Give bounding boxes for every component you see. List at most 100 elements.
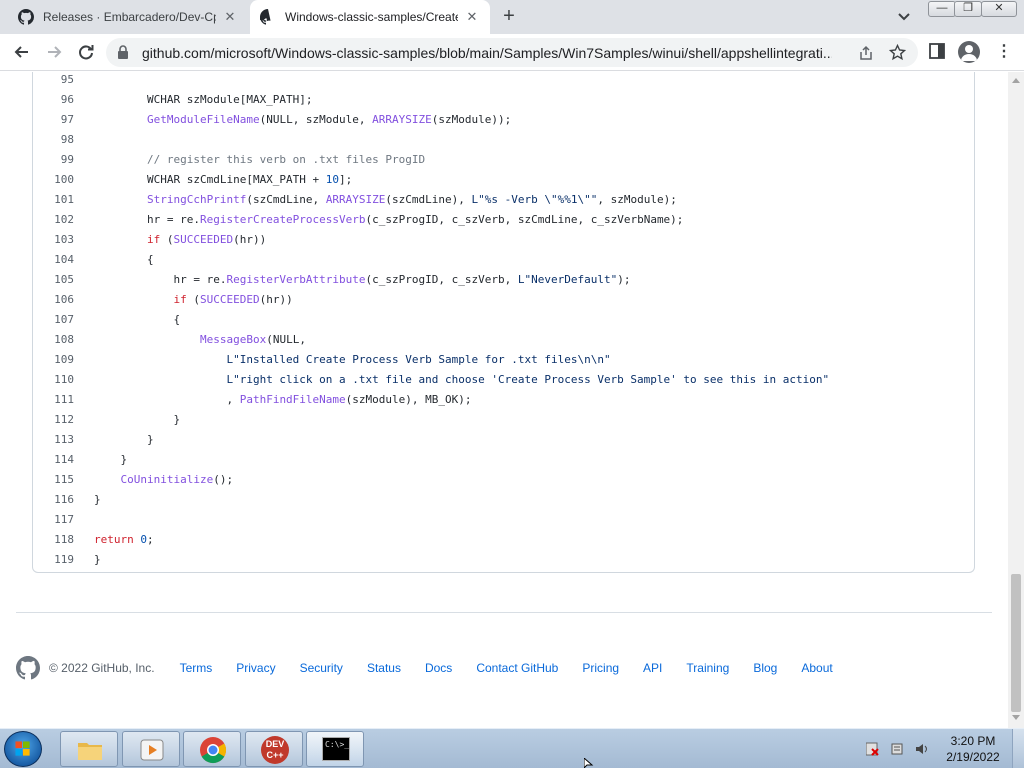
taskbar-dev-cpp[interactable]: DEV C++ xyxy=(245,731,303,767)
footer-link-docs[interactable]: Docs xyxy=(425,661,452,675)
code-text: if (SUCCEEDED(hr)) xyxy=(146,233,267,246)
code-line: 102 hr = re.RegisterCreateProcessVerb(c_… xyxy=(33,210,973,230)
code-text: CoUninitialize(); xyxy=(120,473,234,486)
footer-link-training[interactable]: Training xyxy=(686,661,729,675)
start-button[interactable] xyxy=(4,731,42,767)
code-text: } xyxy=(94,433,154,446)
line-number[interactable]: 115 xyxy=(33,470,74,490)
line-number[interactable]: 103 xyxy=(33,230,74,250)
code-text: MessageBox(NULL, xyxy=(199,333,306,346)
code-line: 101 StringCchPrintf(szCmdLine, ARRAYSIZE… xyxy=(33,190,973,210)
window-minimize-button[interactable]: — xyxy=(928,1,956,17)
profile-avatar-icon[interactable] xyxy=(958,41,980,63)
line-number[interactable]: 106 xyxy=(33,290,74,310)
tab-strip: Releases · Embarcadero/Dev-Cpp ✕ Windows… xyxy=(0,0,1024,34)
line-number[interactable]: 110 xyxy=(33,370,74,390)
line-number[interactable]: 109 xyxy=(33,350,74,370)
line-number[interactable]: 111 xyxy=(33,390,74,410)
line-number[interactable]: 116 xyxy=(33,490,74,510)
footer-link-blog[interactable]: Blog xyxy=(753,661,777,675)
line-number[interactable]: 113 xyxy=(33,430,74,450)
footer-link-about[interactable]: About xyxy=(801,661,832,675)
bookmark-star-icon[interactable] xyxy=(889,44,906,61)
chrome-icon xyxy=(200,737,227,764)
forward-arrow-icon[interactable] xyxy=(44,42,64,62)
address-bar[interactable]: github.com/microsoft/Windows-classic-sam… xyxy=(106,38,918,67)
browser-menu-icon[interactable]: ⋮ xyxy=(996,42,1012,62)
close-tab-icon[interactable]: ✕ xyxy=(222,9,238,25)
code-line: 107 { xyxy=(33,310,973,330)
line-number[interactable]: 101 xyxy=(33,190,74,210)
scrollbar-thumb[interactable] xyxy=(1011,574,1021,712)
code-text: WCHAR szModule[MAX_PATH]; xyxy=(94,93,313,106)
line-number[interactable]: 117 xyxy=(33,510,74,530)
footer-link-pricing[interactable]: Pricing xyxy=(582,661,619,675)
reload-icon[interactable] xyxy=(76,42,96,62)
tab-search-chevron-icon[interactable] xyxy=(894,8,914,26)
line-number[interactable]: 97 xyxy=(33,110,74,130)
code-line: 97 GetModuleFileName(NULL, szModule, ARR… xyxy=(33,110,973,130)
code-line: 108 MessageBox(NULL, xyxy=(33,330,973,350)
footer-link-status[interactable]: Status xyxy=(367,661,401,675)
taskbar-chrome[interactable] xyxy=(183,731,241,767)
footer-link-security[interactable]: Security xyxy=(300,661,343,675)
taskbar-media-player[interactable] xyxy=(122,731,180,767)
footer-link-privacy[interactable]: Privacy xyxy=(236,661,275,675)
line-number[interactable]: 96 xyxy=(33,90,74,110)
code-line: 115 CoUninitialize(); xyxy=(33,470,973,490)
line-number[interactable]: 100 xyxy=(33,170,74,190)
tab-title: Windows-classic-samples/Create xyxy=(285,10,458,24)
code-line: 104 { xyxy=(33,250,973,270)
line-number[interactable]: 95 xyxy=(33,72,74,90)
code-line: 118 return 0; xyxy=(33,530,973,550)
code-line: 117 xyxy=(33,510,973,530)
line-number[interactable]: 114 xyxy=(33,450,74,470)
footer-link-contact-github[interactable]: Contact GitHub xyxy=(476,661,558,675)
line-number[interactable]: 98 xyxy=(33,130,74,150)
window-close-button[interactable]: ✕ xyxy=(981,1,1017,17)
back-arrow-icon[interactable] xyxy=(12,42,32,62)
page-scrollbar[interactable] xyxy=(1008,72,1024,728)
copyright-text: © 2022 GitHub, Inc. xyxy=(49,661,155,675)
code-line: 111 , PathFindFileName(szModule), MB_OK)… xyxy=(33,390,973,410)
line-number[interactable]: 99 xyxy=(33,150,74,170)
close-tab-icon[interactable]: ✕ xyxy=(464,9,480,25)
taskbar-command-prompt[interactable]: C:\>_ xyxy=(306,731,364,767)
line-number[interactable]: 108 xyxy=(33,330,74,350)
code-text: hr = re.RegisterCreateProcessVerb(c_szPr… xyxy=(94,213,684,226)
footer-divider xyxy=(16,612,992,613)
scroll-up-arrow-icon[interactable] xyxy=(1012,78,1020,83)
github-icon xyxy=(260,9,271,25)
system-tray-icons[interactable] xyxy=(866,741,936,757)
code-line: 100 WCHAR szCmdLine[MAX_PATH + 10]; xyxy=(33,170,973,190)
url-text[interactable]: github.com/microsoft/Windows-classic-sam… xyxy=(142,45,832,61)
tab-title: Releases · Embarcadero/Dev-Cpp xyxy=(43,10,216,24)
code-line: 95 xyxy=(33,72,973,90)
lock-icon[interactable] xyxy=(116,45,130,60)
footer-link-terms[interactable]: Terms xyxy=(180,661,213,675)
code-text: , PathFindFileName(szModule), MB_OK); xyxy=(94,393,472,406)
line-number[interactable]: 107 xyxy=(33,310,74,330)
media-player-icon xyxy=(140,739,164,761)
new-tab-button[interactable]: + xyxy=(498,6,520,28)
code-line: 96 WCHAR szModule[MAX_PATH]; xyxy=(33,90,973,110)
line-number[interactable]: 102 xyxy=(33,210,74,230)
line-number[interactable]: 118 xyxy=(33,530,74,550)
clock-time: 3:20 PM xyxy=(950,734,996,748)
line-number[interactable]: 104 xyxy=(33,250,74,270)
github-logo-icon[interactable] xyxy=(16,656,40,680)
line-number[interactable]: 112 xyxy=(33,410,74,430)
window-restore-button[interactable]: ❐ xyxy=(954,1,982,17)
share-icon[interactable] xyxy=(858,45,874,61)
code-line: 114 } xyxy=(33,450,973,470)
tab-dev-cpp-releases[interactable]: Releases · Embarcadero/Dev-Cpp ✕ xyxy=(8,0,248,34)
scroll-down-arrow-icon[interactable] xyxy=(1012,715,1020,720)
taskbar-file-explorer[interactable] xyxy=(60,731,118,767)
tab-windows-classic-samples[interactable]: Windows-classic-samples/Create ✕ xyxy=(250,0,490,34)
line-number[interactable]: 119 xyxy=(33,550,74,570)
line-number[interactable]: 105 xyxy=(33,270,74,290)
side-panel-icon[interactable] xyxy=(929,43,945,59)
show-desktop-button[interactable] xyxy=(1012,729,1024,768)
footer-link-api[interactable]: API xyxy=(643,661,662,675)
taskbar-clock[interactable]: 3:20 PM 2/19/2022 xyxy=(938,733,1008,765)
